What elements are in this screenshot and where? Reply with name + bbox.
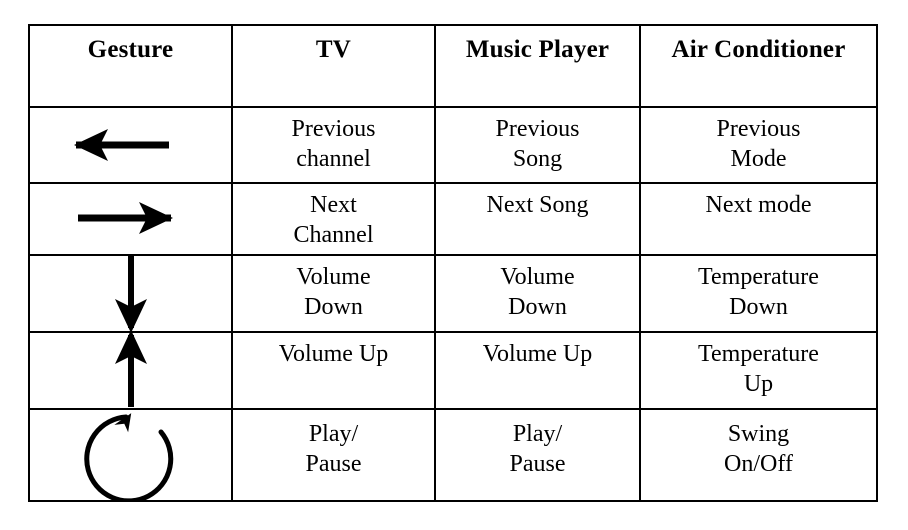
header-row: Gesture TV Music Player Air Conditioner <box>28 24 878 108</box>
cell-music-player-text: Next Song <box>486 192 589 219</box>
column-header-gesture: Gesture <box>28 24 233 108</box>
cell-tv-text: Previous channel <box>291 116 376 172</box>
cell-music-player: Volume Up <box>434 331 641 410</box>
cell-music-player-text: Volume Up <box>482 341 593 368</box>
arrow-left-icon <box>74 129 169 161</box>
cell-air-conditioner-text: Temperature Up <box>698 341 819 398</box>
arrow-down-icon <box>115 255 147 331</box>
table-row: Volume Up Volume Up Temperature Up <box>28 331 878 410</box>
cell-tv-text: Next Channel <box>293 192 374 249</box>
cell-air-conditioner-text: Previous Mode <box>716 116 801 172</box>
gesture-cell-draw-circle <box>28 407 233 502</box>
cell-music-player-text: Play/ Pause <box>509 420 566 477</box>
column-header-gesture-label: Gesture <box>87 36 174 63</box>
cell-tv: Volume Down <box>231 253 436 334</box>
cell-tv: Volume Up <box>231 331 436 410</box>
arrow-up-icon <box>115 333 147 408</box>
cell-air-conditioner-text: Temperature Down <box>698 263 819 320</box>
arrow-right-icon <box>78 202 173 235</box>
gesture-cell-swipe-left <box>28 105 233 185</box>
page-root: Gesture TV Music Player Air Conditioner <box>0 0 908 530</box>
cell-air-conditioner: Next mode <box>639 182 878 256</box>
table-row: Play/ Pause Play/ Pause Swing On/Off <box>28 407 878 502</box>
column-header-music-player-label: Music Player <box>465 36 610 63</box>
cell-music-player: Previous Song <box>434 105 641 185</box>
cell-tv: Play/ Pause <box>231 407 436 502</box>
cell-tv: Next Channel <box>231 182 436 256</box>
cell-music-player-text: Volume Down <box>500 263 575 320</box>
cell-air-conditioner: Temperature Down <box>639 253 878 334</box>
table-row: Volume Down Volume Down Temperature Down <box>28 253 878 334</box>
column-header-air-conditioner-label: Air Conditioner <box>671 36 846 63</box>
cell-music-player: Volume Down <box>434 253 641 334</box>
cell-air-conditioner-text: Swing On/Off <box>724 420 793 477</box>
cell-air-conditioner-text: Next mode <box>705 192 812 219</box>
cell-music-player: Play/ Pause <box>434 407 641 502</box>
cell-tv-text: Volume Down <box>296 263 371 320</box>
cell-music-player: Next Song <box>434 182 641 256</box>
cell-air-conditioner: Swing On/Off <box>639 407 878 502</box>
gesture-cell-swipe-down <box>28 253 233 334</box>
cell-air-conditioner: Temperature Up <box>639 331 878 410</box>
cell-tv: Previous channel <box>231 105 436 185</box>
table-row: Next Channel Next Song Next mode <box>28 182 878 256</box>
column-header-tv-label: TV <box>315 36 352 63</box>
table-body: Previous channel Previous Song Previous … <box>28 105 878 502</box>
gesture-command-table: Gesture TV Music Player Air Conditioner <box>28 24 878 502</box>
table-row: Previous channel Previous Song Previous … <box>28 105 878 185</box>
table-header: Gesture TV Music Player Air Conditioner <box>28 24 878 108</box>
cell-tv-text: Play/ Pause <box>305 420 362 477</box>
cell-tv-text: Volume Up <box>278 341 389 368</box>
column-header-tv: TV <box>231 24 436 108</box>
gesture-cell-swipe-right <box>28 182 233 256</box>
column-header-music-player: Music Player <box>434 24 641 108</box>
column-header-air-conditioner: Air Conditioner <box>639 24 878 108</box>
gesture-cell-swipe-up <box>28 331 233 410</box>
cell-air-conditioner: Previous Mode <box>639 105 878 185</box>
cell-music-player-text: Previous Song <box>495 116 580 172</box>
circle-clockwise-icon <box>84 412 174 500</box>
